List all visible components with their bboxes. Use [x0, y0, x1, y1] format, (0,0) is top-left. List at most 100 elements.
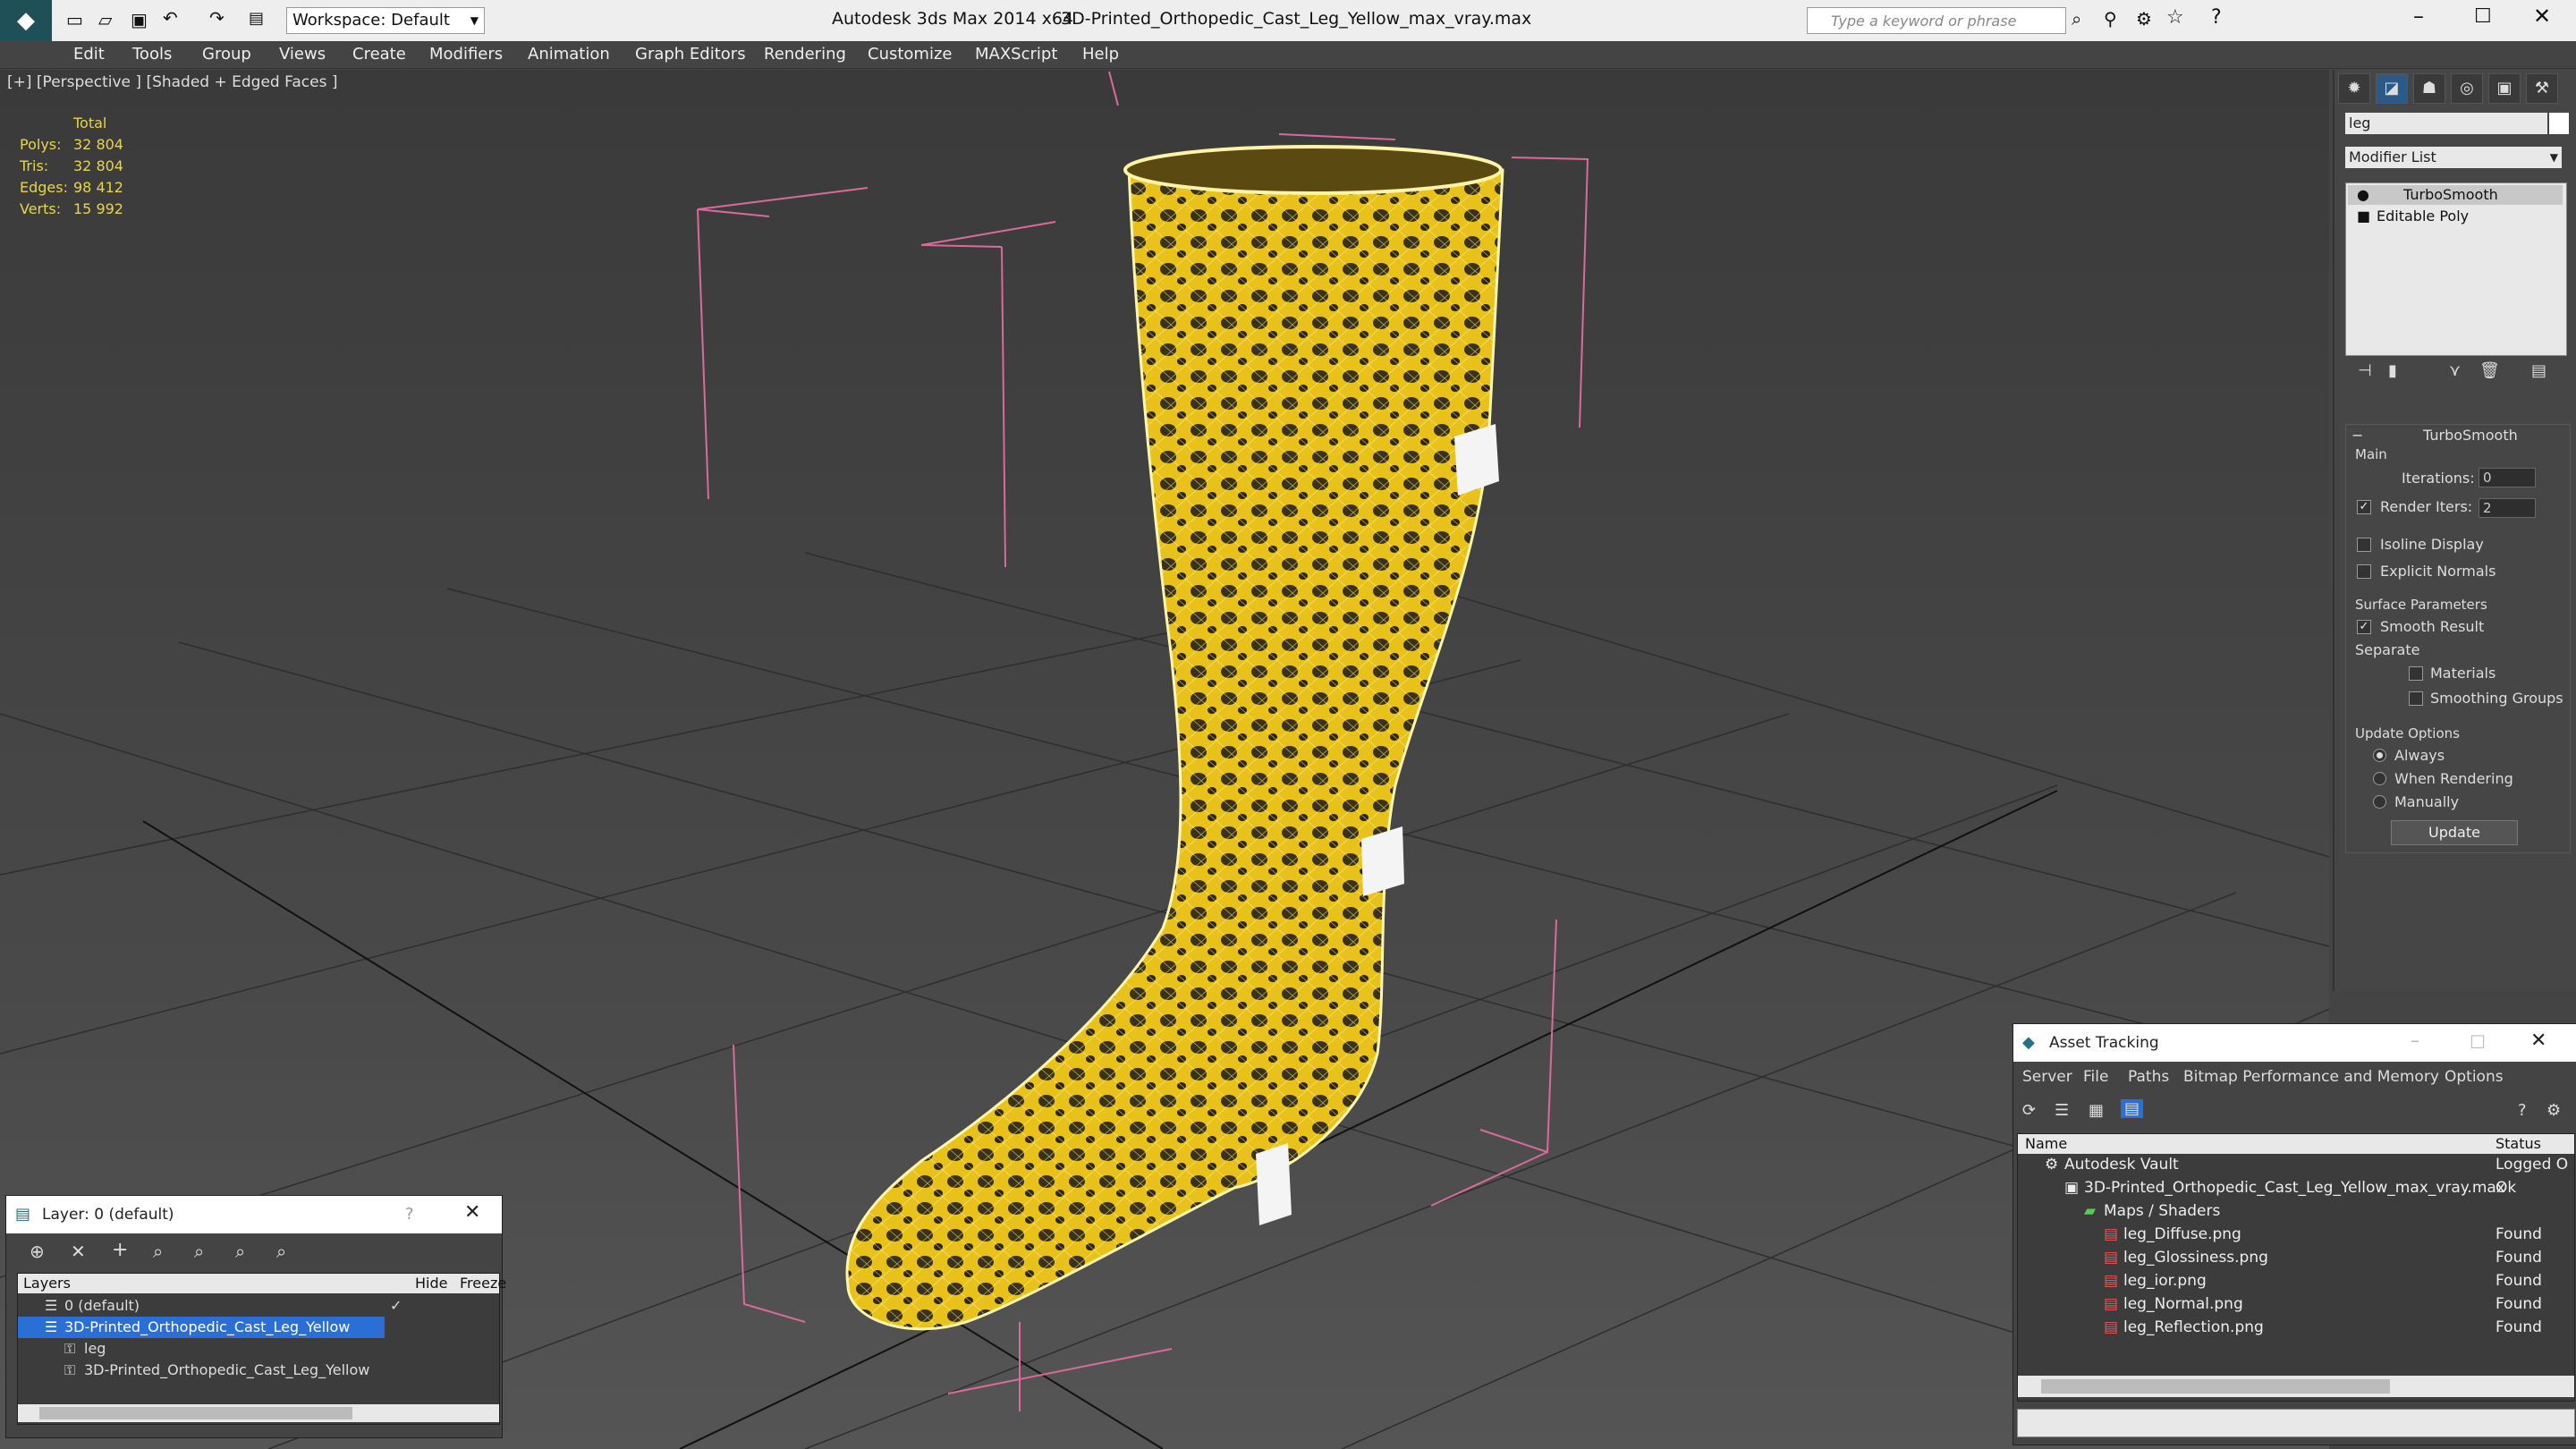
- configure-sets-icon[interactable]: ▤: [2531, 361, 2546, 380]
- minimize-icon[interactable]: –: [2411, 1030, 2419, 1051]
- help-icon[interactable]: ?: [405, 1205, 414, 1224]
- menu-modifiers[interactable]: Modifiers: [429, 45, 503, 64]
- layer-row[interactable]: ⚿ leg: [18, 1338, 499, 1360]
- horizontal-scrollbar[interactable]: [18, 1404, 499, 1422]
- add-to-layer-icon[interactable]: +: [112, 1239, 128, 1261]
- save-icon[interactable]: ▣: [131, 9, 148, 30]
- maximize-icon[interactable]: ☐: [2474, 5, 2492, 28]
- render-iters-checkbox[interactable]: ✓: [2357, 500, 2371, 514]
- rollout-title[interactable]: TurboSmooth: [2423, 427, 2518, 444]
- object-color-swatch[interactable]: [2549, 113, 2569, 134]
- delete-layer-icon[interactable]: ✕: [71, 1241, 86, 1262]
- table-view-icon[interactable]: ▤: [2121, 1099, 2144, 1118]
- materials-checkbox[interactable]: [2409, 666, 2423, 681]
- menu-maxscript[interactable]: MAXScript: [975, 45, 1057, 64]
- modifier-list-dropdown[interactable]: Modifier List ▼: [2345, 147, 2562, 168]
- open-icon[interactable]: ▱: [98, 9, 112, 30]
- create-tab-icon[interactable]: ✹: [2338, 73, 2370, 104]
- scrollbar-thumb[interactable]: [39, 1407, 352, 1419]
- modify-tab-icon[interactable]: ◪: [2376, 73, 2408, 104]
- asset-row[interactable]: ▤ leg_Glossiness.png Found: [2021, 1249, 2576, 1271]
- app-logo[interactable]: ◆: [0, 0, 52, 41]
- key-icon[interactable]: ⚲: [2104, 8, 2117, 30]
- menu-options[interactable]: Options: [2445, 1063, 2504, 1090]
- menu-group[interactable]: Group: [202, 45, 251, 64]
- manually-radio[interactable]: [2373, 795, 2386, 809]
- highlight-layer-icon[interactable]: ⌕: [194, 1241, 204, 1262]
- menu-file[interactable]: File: [2083, 1063, 2108, 1090]
- layer-row[interactable]: ☰ 0 (default) ✓: [18, 1295, 499, 1317]
- asset-row[interactable]: ▰ Maps / Shaders: [2021, 1202, 2576, 1224]
- show-end-result-icon[interactable]: ▮: [2388, 361, 2397, 380]
- new-layer-icon[interactable]: ⊕: [30, 1241, 45, 1262]
- star-icon[interactable]: ☆: [2166, 6, 2184, 29]
- col-status[interactable]: Status: [2496, 1134, 2541, 1154]
- asset-row[interactable]: ▤ leg_ior.png Found: [2021, 1272, 2576, 1294]
- display-tab-icon[interactable]: ▣: [2488, 73, 2521, 104]
- help-icon[interactable]: ?: [2211, 6, 2222, 29]
- menu-customize[interactable]: Customize: [868, 45, 952, 64]
- render-iters-spinner[interactable]: 2: [2479, 498, 2536, 518]
- col-name[interactable]: Name: [2025, 1134, 2067, 1154]
- smoothing-groups-checkbox[interactable]: [2409, 691, 2423, 706]
- binoculars-icon[interactable]: ⌕: [2072, 8, 2081, 30]
- menu-graph-editors[interactable]: Graph Editors: [635, 45, 746, 64]
- remove-modifier-icon[interactable]: 🗑: [2479, 361, 2500, 380]
- menu-help[interactable]: Help: [1082, 45, 1119, 64]
- select-in-layer-icon[interactable]: ⌕: [153, 1241, 163, 1262]
- refresh-icon[interactable]: ⟳: [2022, 1101, 2036, 1120]
- thumbnail-view-icon[interactable]: ▦: [2089, 1101, 2104, 1120]
- object-name-field[interactable]: leg: [2345, 113, 2547, 134]
- undo-icon[interactable]: ↶: [163, 7, 178, 29]
- list-view-icon[interactable]: ☰: [2055, 1101, 2069, 1120]
- close-icon[interactable]: ✕: [2530, 1030, 2546, 1052]
- search-input[interactable]: Type a keyword or phrase: [1807, 7, 2066, 34]
- layer-row[interactable]: ⚿ 3D-Printed_Orthopedic_Cast_Leg_Yellow: [18, 1360, 499, 1381]
- pin-stack-icon[interactable]: ⊣: [2358, 361, 2372, 380]
- horizontal-scrollbar[interactable]: [2018, 1376, 2574, 1397]
- menu-rendering[interactable]: Rendering: [764, 45, 846, 64]
- col-freeze[interactable]: Freeze: [460, 1274, 506, 1293]
- utilities-tab-icon[interactable]: ⚒: [2526, 73, 2558, 104]
- menu-paths[interactable]: Paths: [2128, 1063, 2169, 1090]
- menu-tools[interactable]: Tools: [132, 45, 172, 64]
- new-icon[interactable]: ▭: [66, 9, 83, 30]
- viewport-label[interactable]: [+] [Perspective ] [Shaded + Edged Faces…: [7, 73, 337, 91]
- asset-row[interactable]: ⚙ Autodesk Vault Logged O: [2021, 1156, 2576, 1178]
- minimize-icon[interactable]: –: [2413, 4, 2424, 29]
- close-icon[interactable]: ✕: [2533, 4, 2551, 29]
- bulb-icon[interactable]: ●: [2357, 185, 2369, 205]
- layer-row-selected[interactable]: ☰ 3D-Printed_Orthopedic_Cast_Leg_Yellow: [18, 1317, 385, 1338]
- asset-row[interactable]: ▤ leg_Reflection.png Found: [2021, 1318, 2576, 1341]
- motion-tab-icon[interactable]: ◎: [2451, 73, 2483, 104]
- col-layers[interactable]: Layers: [23, 1274, 71, 1293]
- stack-item-turbosmooth[interactable]: ● TurboSmooth: [2348, 185, 2563, 205]
- menu-animation[interactable]: Animation: [528, 45, 610, 64]
- explicit-normals-checkbox[interactable]: [2357, 564, 2371, 579]
- update-button[interactable]: Update: [2391, 820, 2518, 845]
- asset-path-field[interactable]: [2017, 1409, 2575, 1437]
- iterations-spinner[interactable]: 0: [2479, 468, 2536, 487]
- help-icon[interactable]: ?: [2518, 1101, 2527, 1120]
- maximize-icon[interactable]: ☐: [2470, 1031, 2486, 1053]
- menu-server[interactable]: Server: [2022, 1063, 2072, 1090]
- asset-row[interactable]: ▤ leg_Normal.png Found: [2021, 1295, 2576, 1318]
- asset-row[interactable]: ▤ leg_Diffuse.png Found: [2021, 1225, 2576, 1248]
- hierarchy-tab-icon[interactable]: ☗: [2413, 73, 2445, 104]
- stack-item-editable-poly[interactable]: ■ Editable Poly: [2348, 207, 2563, 226]
- scrollbar-thumb[interactable]: [2041, 1379, 2390, 1394]
- settings-icon[interactable]: ⚙: [2546, 1101, 2561, 1120]
- close-icon[interactable]: ✕: [464, 1201, 480, 1224]
- menu-views[interactable]: Views: [279, 45, 326, 64]
- always-radio[interactable]: [2373, 749, 2386, 762]
- make-unique-icon[interactable]: ⋎: [2449, 361, 2461, 380]
- subscription-icon[interactable]: ⚙: [2136, 8, 2152, 30]
- isoline-checkbox[interactable]: [2357, 538, 2371, 552]
- workspace-dropdown[interactable]: Workspace: Default ▼: [286, 7, 485, 34]
- redo-icon[interactable]: ↷: [209, 7, 225, 29]
- asset-row[interactable]: ▣ 3D-Printed_Orthopedic_Cast_Leg_Yellow_…: [2021, 1179, 2576, 1201]
- rollout-collapse-icon[interactable]: −: [2351, 427, 2363, 444]
- menu-bitmap-performance[interactable]: Bitmap Performance and Memory: [2183, 1063, 2439, 1090]
- expand-icon[interactable]: ■: [2357, 207, 2370, 226]
- smooth-result-checkbox[interactable]: ✓: [2357, 620, 2371, 634]
